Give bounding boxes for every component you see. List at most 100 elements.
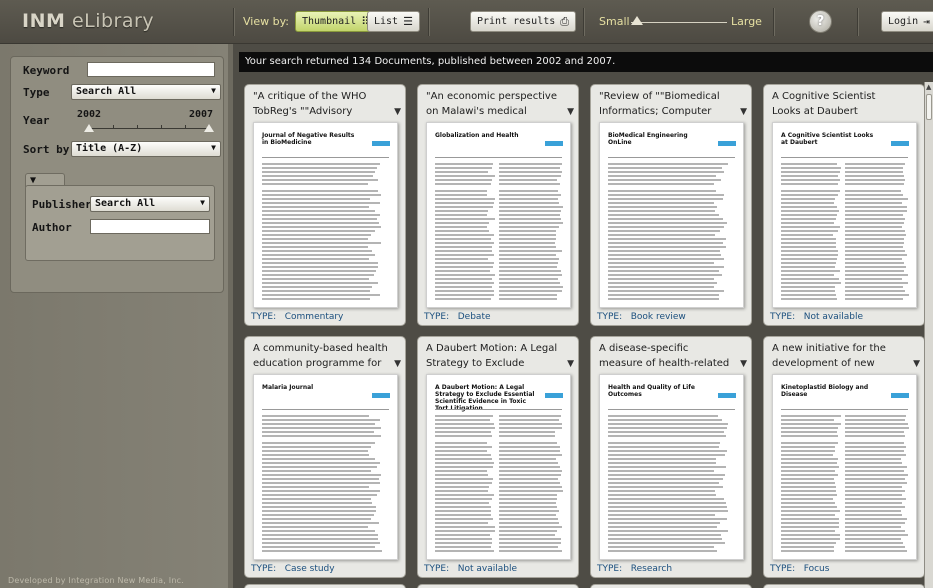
thumb-text-line <box>499 183 560 185</box>
document-thumbnail[interactable]: Malaria Journal <box>253 374 398 560</box>
result-card[interactable]: A new initiative for the development of … <box>763 336 925 578</box>
result-card-partial[interactable] <box>417 584 579 588</box>
thumb-text-line <box>845 423 908 425</box>
thumb-text-line <box>781 234 833 236</box>
card-title[interactable]: A community-based health education progr… <box>253 341 388 373</box>
type-value: Commentary <box>285 312 344 322</box>
author-input[interactable] <box>90 219 210 234</box>
thumb-text-line <box>499 246 556 248</box>
thumb-text-line <box>608 427 727 429</box>
keyword-input[interactable] <box>87 62 215 77</box>
card-title[interactable]: "An economic perspective on Malawi's med… <box>426 89 561 121</box>
print-results-button[interactable]: Print results ⎙ <box>470 11 576 32</box>
document-thumbnail[interactable]: A Daubert Motion: A Legal Strategy to Ex… <box>426 374 571 560</box>
thumb-text-line <box>781 514 835 516</box>
login-button[interactable]: Login ⇥ <box>881 11 933 32</box>
thumb-text-line <box>781 202 834 204</box>
card-title[interactable]: A disease-specific measure of health-rel… <box>599 341 734 373</box>
thumb-text-line <box>845 206 907 208</box>
thumb-text-line <box>262 514 374 516</box>
thumb-text-line <box>845 190 901 192</box>
document-thumbnail[interactable]: Kinetoplastid Biology and Disease <box>772 374 917 560</box>
thumb-text-line <box>435 538 492 540</box>
toolbar-divider <box>428 8 429 36</box>
card-title[interactable]: A new initiative for the development of … <box>772 341 907 373</box>
document-thumbnail[interactable]: A Cognitive Scientist Looks at Daubert <box>772 122 917 308</box>
thumb-text-line <box>608 446 719 448</box>
result-card-partial[interactable] <box>590 584 752 588</box>
thumb-text-line <box>262 226 381 228</box>
result-card[interactable]: A Daubert Motion: A Legal Strategy to Ex… <box>417 336 579 578</box>
result-card[interactable]: "An economic perspective on Malawi's med… <box>417 84 579 326</box>
document-thumbnail[interactable]: Globalization and Health <box>426 122 571 308</box>
thumb-text-line <box>435 286 492 288</box>
thumb-text-line <box>781 462 837 464</box>
type-value: Debate <box>458 312 491 322</box>
journal-title: Kinetoplastid Biology and Disease <box>781 384 881 398</box>
thumb-text-line <box>781 179 840 181</box>
card-title[interactable]: A Daubert Motion: A Legal Strategy to Ex… <box>426 341 561 373</box>
thumb-text-line <box>608 190 716 192</box>
thumb-text-line <box>499 550 562 552</box>
thumb-text-line <box>781 282 841 284</box>
result-card-partial[interactable] <box>244 584 406 588</box>
journal-title: A Daubert Motion: A Legal Strategy to Ex… <box>435 384 535 412</box>
size-slider-track[interactable] <box>631 22 727 23</box>
card-title[interactable]: "Review of ""Biomedical Informatics; Com… <box>599 89 734 121</box>
thumb-text-line <box>262 442 375 444</box>
thumbnail-view-button[interactable]: Thumbnail ⠿ <box>295 11 376 32</box>
thumb-text-line <box>499 538 561 540</box>
chevron-down-icon: ▼ <box>211 143 216 152</box>
card-menu-icon[interactable]: ▼ <box>394 359 401 369</box>
size-slider-handle[interactable] <box>631 16 643 25</box>
result-card[interactable]: A disease-specific measure of health-rel… <box>590 336 752 578</box>
thumb-text-line <box>435 506 491 508</box>
result-card[interactable]: "A critique of the WHO TobReg's ""Adviso… <box>244 84 406 326</box>
card-title[interactable]: A Cognitive Scientist Looks at Daubert <box>772 89 907 121</box>
thumb-text-line <box>608 175 716 177</box>
thumb-text-line <box>845 550 907 552</box>
result-card[interactable]: A Cognitive Scientist Looks at Daubert A… <box>763 84 925 326</box>
document-thumbnail[interactable]: Health and Quality of Life Outcomes <box>599 374 744 560</box>
result-card[interactable]: A community-based health education progr… <box>244 336 406 578</box>
card-menu-icon[interactable]: ▼ <box>394 107 401 117</box>
result-card[interactable]: "Review of ""Biomedical Informatics; Com… <box>590 84 752 326</box>
list-view-button[interactable]: List ☰ <box>367 11 420 32</box>
scroll-up-icon[interactable]: ▲ <box>926 83 931 91</box>
thumb-text-line <box>845 254 907 256</box>
thumb-text-line <box>845 486 902 488</box>
document-thumbnail[interactable]: Journal of Negative Results in BioMedici… <box>253 122 398 308</box>
card-menu-icon[interactable]: ▼ <box>567 107 574 117</box>
thumb-text-line <box>435 222 489 224</box>
thumb-text-line <box>435 167 492 169</box>
results-scrollbar[interactable]: ▲ <box>924 82 933 588</box>
year-tick <box>185 125 186 128</box>
thumb-text-line <box>781 466 839 468</box>
card-menu-icon[interactable]: ▼ <box>740 107 747 117</box>
scrollbar-thumb[interactable] <box>926 94 932 120</box>
type-value: Focus <box>804 564 830 574</box>
year-range-track[interactable] <box>89 128 209 129</box>
help-button[interactable]: ? <box>809 10 832 33</box>
card-menu-icon[interactable]: ▼ <box>567 359 574 369</box>
thumb-text-line <box>499 474 561 476</box>
result-card-partial[interactable] <box>763 584 925 588</box>
publisher-select[interactable]: Search All ▼ <box>90 196 210 212</box>
thumb-text-line <box>499 494 557 496</box>
card-menu-icon[interactable]: ▼ <box>913 359 920 369</box>
type-select[interactable]: Search All ▼ <box>71 84 221 100</box>
thumb-text-line <box>845 482 907 484</box>
card-title[interactable]: "A critique of the WHO TobReg's ""Adviso… <box>253 89 388 121</box>
sort-by-select[interactable]: Title (A-Z) ▼ <box>71 141 221 157</box>
thumb-text-line <box>435 435 492 437</box>
card-menu-icon[interactable]: ▼ <box>740 359 747 369</box>
thumb-text-line <box>499 222 563 224</box>
thumb-text-line <box>845 282 908 284</box>
thumb-text-line <box>499 274 562 276</box>
year-min-handle[interactable] <box>84 124 94 132</box>
thumb-rule <box>435 409 562 410</box>
thumb-text-line <box>845 530 905 532</box>
year-max-handle[interactable] <box>204 124 214 132</box>
document-thumbnail[interactable]: BioMedical Engineering OnLine <box>599 122 744 308</box>
thumb-text-line <box>499 214 560 216</box>
